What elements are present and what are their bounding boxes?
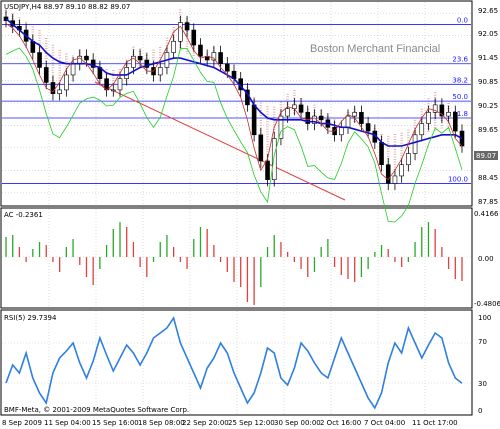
candle-body [406,153,411,166]
candle-body [392,175,398,184]
rsi-tick: 70 [478,338,487,346]
time-tick: 11 Oct 17:00 [412,419,458,427]
time-tick: 11 Sep 04:00 [44,419,91,427]
candle-body [365,123,371,132]
time-tick: 15 Sep 16:00 [92,419,139,427]
ichimoku-cloud [4,9,464,178]
time-tick: 18 Sep 08:00 [138,419,185,427]
candle-body [359,112,364,124]
copyright-text: BMF-Meta, © 2001-2009 MetaQuotes Softwar… [4,406,189,414]
candle-body [426,112,431,124]
candle-body [338,127,344,136]
rsi-pane-frame [0,309,473,416]
candle-body [419,123,425,136]
ac-bars [2,222,471,305]
candle-body [77,55,83,65]
time-tick: 8 Sep 2009 [2,419,42,427]
metatrader-chart-window: 0.0 23.6 38.2 50.0 61.8 100.0 USDJPY,H4 88.97… [0,0,500,429]
candle-body [198,44,203,57]
candle-body [157,67,163,76]
candle-body [37,52,42,68]
time-tick: 25 Sep 12:00 [228,419,275,427]
candle-body [124,67,130,79]
rsi-label: RSI(5) 29.7394 [4,314,57,322]
candle-body [211,52,217,61]
candle-body [412,134,418,154]
current-price-label: 89.07 [476,152,496,160]
candle-body [258,134,264,162]
candle-body [265,160,270,180]
time-axis: 8 Sep 2009 11 Sep 04:00 15 Sep 16:00 18 … [2,419,458,427]
candle-body [385,164,391,184]
candle-body [446,112,451,117]
ac-tick: -0.4806 [474,300,500,308]
ac-tick: 0.00 [478,255,494,263]
price-tick: 92.05 [478,30,498,38]
candle-body [64,74,69,91]
candle-body [271,138,277,180]
rsi-scale: 100 70 30 0 [478,314,491,415]
candle-body [298,104,304,113]
ac-scale: 0.4166 0.00 -0.4806 [474,210,500,308]
price-tick: 92.65 [478,7,498,15]
fib-label: 23.6 [452,56,468,64]
watermark: Boston Merchant Financial [310,43,440,55]
time-tick: 7 Oct 04:00 [364,419,405,427]
candle-body [178,22,183,42]
candle-body [345,115,351,128]
candle-body [318,115,324,121]
candle-body [57,89,62,94]
candle-body [452,112,458,132]
price-scale: 92.65 92.05 91.45 90.85 90.25 89.65 89.0… [474,7,498,206]
price-tick: 91.45 [478,54,498,62]
rsi-polyline [5,316,463,410]
candle-body [84,55,89,61]
time-tick: 22 Sep 20:00 [182,419,229,427]
candle-body [171,40,176,53]
candle-body [285,108,290,117]
candle-body [379,141,384,166]
chart-title: USDJPY,H4 88.97 89.10 88.82 89.07 [4,3,130,11]
candle-body [70,63,76,76]
candle-body [184,22,190,31]
fib-label: 0.0 [457,16,468,24]
price-tick: 88.45 [478,174,498,182]
candle-body [43,67,49,83]
candle-body [117,78,123,91]
rsi-tick: 100 [478,314,491,322]
candle-body [224,63,230,72]
fib-label: 50.0 [452,93,468,101]
fib-label: 38.2 [452,76,468,84]
rsi-tick: 0 [478,407,482,415]
ac-tick: 0.4166 [474,210,499,218]
candle-body [352,112,358,117]
rsi-line [2,316,471,410]
fib-label: 100.0 [448,175,468,183]
candle-body [137,55,143,61]
chart-canvas[interactable]: 0.023.638.250.061.8100.0 USDJPY,H4 88.97… [0,0,500,429]
price-tick: 90.85 [478,78,498,86]
candle-body [251,104,257,136]
candle-body [218,52,223,65]
price-tick: 90.25 [478,102,498,110]
time-tick: 30 Sep 00:00 [274,419,321,427]
time-tick: 2 Oct 16:00 [320,419,361,427]
price-tick: 87.85 [478,198,498,206]
rsi-tick: 30 [478,380,487,388]
candle-body [399,164,404,177]
candle-body [191,29,197,46]
candle-body [110,89,116,92]
price-tick: 89.65 [478,126,498,134]
ac-label: AC -0.2361 [4,211,43,219]
candles [3,10,465,191]
